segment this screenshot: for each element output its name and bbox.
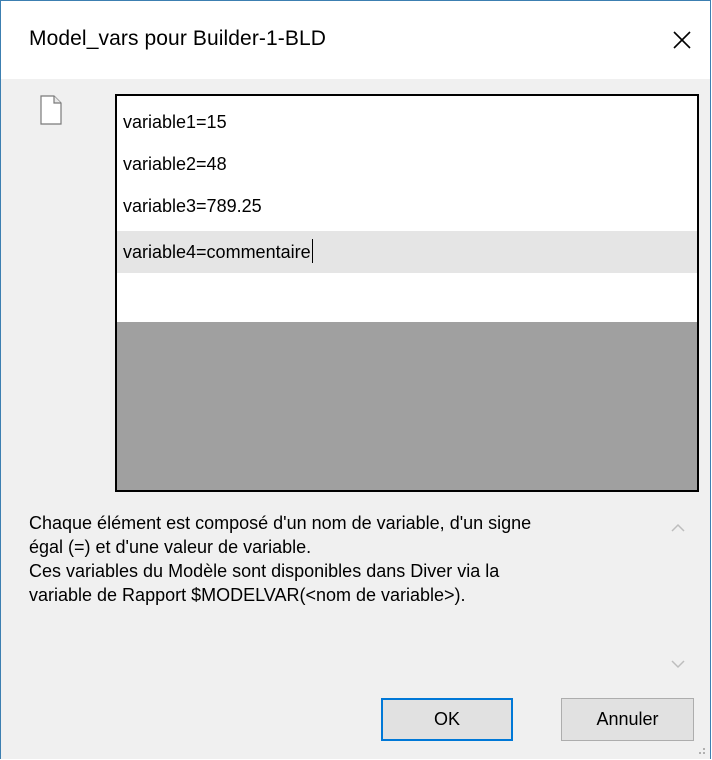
scroll-up-button[interactable] xyxy=(665,517,691,539)
help-line: égal (=) et d'une valeur de variable. xyxy=(29,537,312,557)
text-caret xyxy=(311,239,313,264)
list-item-text: variable1=15 xyxy=(123,112,227,132)
help-description: Chaque élément est composé d'un nom de v… xyxy=(29,511,649,681)
cancel-button[interactable]: Annuler xyxy=(561,698,694,741)
list-item-selected[interactable]: variable4=commentaire xyxy=(117,231,697,273)
list-rows-area: variable1=15 variable2=48 variable3=789.… xyxy=(117,96,697,322)
close-icon xyxy=(673,31,691,49)
cancel-button-label: Annuler xyxy=(596,709,659,729)
model-vars-dialog: Model_vars pour Builder-1-BLD variable1=… xyxy=(0,0,711,759)
list-item[interactable]: variable2=48 xyxy=(117,143,697,185)
ok-button[interactable]: OK xyxy=(381,698,513,741)
title-bar[interactable]: Model_vars pour Builder-1-BLD xyxy=(1,1,710,79)
list-item-text[interactable]: variable4=commentaire xyxy=(123,242,311,262)
chevron-down-icon xyxy=(671,660,685,669)
scroll-down-button[interactable] xyxy=(665,653,691,675)
list-item-text: variable3=789.25 xyxy=(123,196,262,216)
help-line: variable de Rapport $MODELVAR(<nom de va… xyxy=(29,585,466,605)
list-item[interactable]: variable3=789.25 xyxy=(117,185,697,227)
document-icon xyxy=(40,95,62,125)
help-line: Ces variables du Modèle sont disponibles… xyxy=(29,561,500,581)
variables-list[interactable]: variable1=15 variable2=48 variable3=789.… xyxy=(115,94,699,492)
resize-grip-icon[interactable] xyxy=(694,743,706,755)
list-item-text: variable2=48 xyxy=(123,154,227,174)
ok-button-label: OK xyxy=(433,709,460,729)
help-line: Chaque élément est composé d'un nom de v… xyxy=(29,513,532,533)
close-button[interactable] xyxy=(654,1,710,79)
window-title: Model_vars pour Builder-1-BLD xyxy=(29,27,327,50)
list-item[interactable]: variable1=15 xyxy=(117,101,697,143)
chevron-up-icon xyxy=(671,523,685,532)
